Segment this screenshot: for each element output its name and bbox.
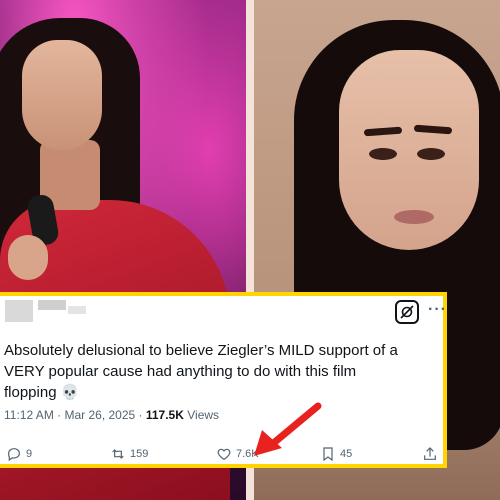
hand bbox=[8, 235, 48, 280]
reply-count: 9 bbox=[26, 448, 33, 460]
blurred-handle[interactable] bbox=[68, 306, 86, 314]
tweet-card: ··· Absolutely delusional to believe Zie… bbox=[0, 292, 447, 468]
red-arrow-annotation bbox=[254, 402, 322, 456]
bookmark-count: 45 bbox=[340, 448, 353, 460]
reply-button[interactable]: 9 bbox=[6, 446, 32, 462]
tweet-meta: 11:12 AM · Mar 26, 2025 · 117.5K Views bbox=[4, 408, 219, 422]
tweet-actions: 9 159 7.6K 45 bbox=[6, 446, 438, 464]
repost-count: 159 bbox=[130, 448, 149, 460]
reply-icon bbox=[8, 448, 20, 462]
eye bbox=[417, 148, 445, 160]
repost-icon bbox=[112, 449, 124, 459]
share-button[interactable] bbox=[422, 446, 438, 462]
timestamp[interactable]: 11:12 AM · Mar 26, 2025 · bbox=[4, 408, 146, 422]
grok-button[interactable] bbox=[395, 300, 419, 324]
views-count: 117.5K bbox=[145, 408, 184, 422]
grok-icon bbox=[400, 305, 414, 319]
avatar[interactable] bbox=[5, 300, 33, 322]
face bbox=[22, 40, 102, 150]
more-options-button[interactable]: ··· bbox=[428, 302, 447, 318]
lips bbox=[394, 210, 434, 224]
views-label: Views bbox=[183, 408, 220, 422]
share-icon bbox=[424, 447, 436, 460]
tweet-text: Absolutely delusional to believe Ziegler… bbox=[4, 342, 398, 401]
eye bbox=[369, 148, 397, 160]
heart-icon bbox=[217, 448, 231, 461]
repost-button[interactable]: 159 bbox=[110, 446, 148, 462]
blurred-username[interactable] bbox=[38, 300, 66, 310]
